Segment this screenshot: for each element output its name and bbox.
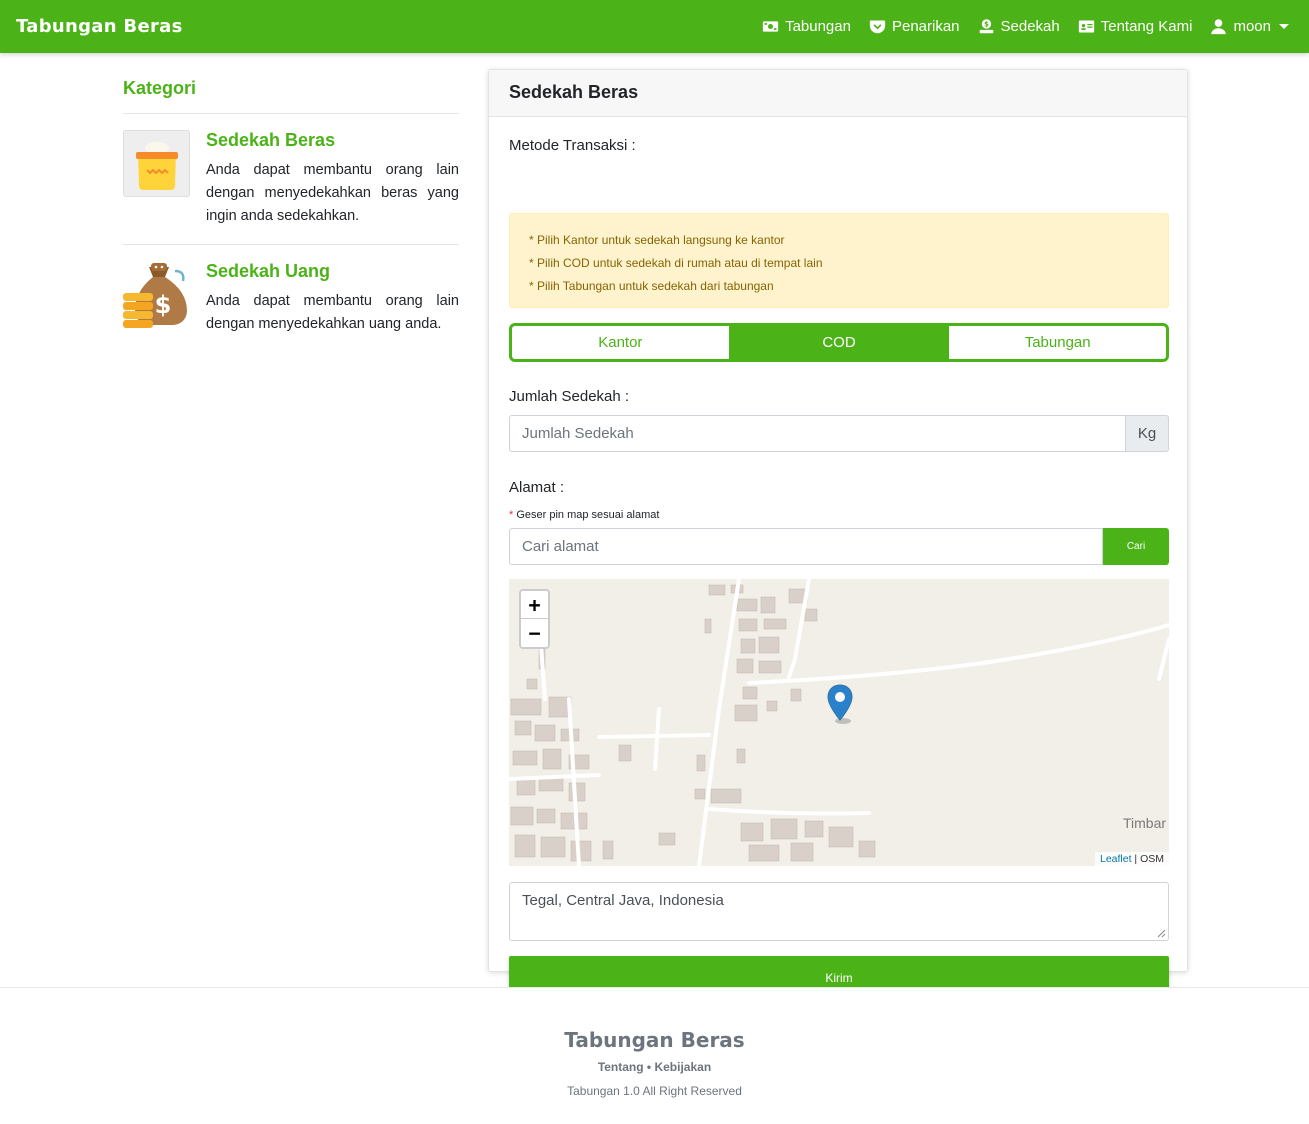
required-marker: * xyxy=(509,509,514,521)
nav-item-label: Penarikan xyxy=(891,18,960,35)
alert-note: * Pilih COD untuk sedekah di rumah atau … xyxy=(529,256,823,270)
chevron-down-icon xyxy=(1279,24,1289,29)
map-hint-text: Geser pin map sesuai alamat xyxy=(516,509,660,521)
category-title: Sedekah Beras xyxy=(206,130,336,150)
jumlah-input-group: Jumlah Sedekah Kg xyxy=(509,415,1169,452)
method-toggle-group: Kantor COD Tabungan xyxy=(509,323,1169,362)
jumlah-label: Jumlah Sedekah : xyxy=(509,388,630,405)
user-name: moon xyxy=(1233,18,1271,35)
nav-item-sedekah[interactable]: $ Sedekah xyxy=(978,18,1060,35)
nav-item-label: Sedekah xyxy=(1000,18,1060,35)
money-bill-icon xyxy=(762,21,779,32)
svg-text:$: $ xyxy=(984,21,989,29)
metode-label: Metode Transaksi : xyxy=(509,137,636,154)
footer-link-kebijakan[interactable]: Kebijakan xyxy=(654,1060,711,1074)
address-textarea[interactable]: Tegal, Central Java, Indonesia xyxy=(509,882,1169,941)
map-attribution: Leaflet | OSM xyxy=(1094,852,1169,866)
resize-grip-icon[interactable] xyxy=(1157,929,1166,938)
sidebar-title: Kategori xyxy=(123,70,459,114)
money-bag-icon: $ xyxy=(123,261,190,328)
method-cod-button[interactable]: COD xyxy=(730,326,948,359)
user-dropdown[interactable]: moon xyxy=(1210,18,1289,35)
form-title: Sedekah Beras xyxy=(489,70,1187,117)
map-hint: * Geser pin map sesuai alamat xyxy=(509,509,659,521)
map-zoom-control: + − xyxy=(519,589,550,649)
svg-text:$: $ xyxy=(155,291,172,319)
location-map[interactable]: + − Timbar Leaflet | OSM xyxy=(509,579,1169,866)
unit-addon: Kg xyxy=(1126,415,1169,452)
map-marker-icon[interactable] xyxy=(827,684,853,724)
address-search-group: Cari alamat Cari xyxy=(509,528,1169,565)
address-value: Tegal, Central Java, Indonesia xyxy=(522,892,724,909)
method-notes-alert: * Pilih Kantor untuk sedekah langsung ke… xyxy=(509,213,1169,308)
sedekah-form-card: Sedekah Beras Metode Transaksi : * Pilih… xyxy=(488,69,1188,1000)
leaflet-link[interactable]: Leaflet xyxy=(1100,853,1132,865)
alert-note: * Pilih Kantor untuk sedekah langsung ke… xyxy=(529,233,785,247)
method-tabungan-button[interactable]: Tabungan xyxy=(949,326,1166,359)
category-item-uang[interactable]: $ Sedekah Uang Anda dapat membantu orang… xyxy=(123,245,459,352)
category-sidebar: Kategori Sedekah Beras Anda dapat memban… xyxy=(123,70,459,352)
pocket-icon xyxy=(869,20,886,34)
attribution-separator: | xyxy=(1131,853,1141,865)
nav-item-penarikan[interactable]: Penarikan xyxy=(869,18,960,35)
map-place-label: Timbar xyxy=(1123,815,1167,831)
category-description: Anda dapat membantu orang lain dengan me… xyxy=(206,293,459,332)
address-search-input[interactable]: Cari alamat xyxy=(509,528,1103,565)
footer-copyright: Tabungan 1.0 All Right Reserved xyxy=(567,1084,742,1098)
nav-item-tabungan[interactable]: Tabungan xyxy=(762,18,851,35)
alamat-label: Alamat : xyxy=(509,479,565,496)
footer-brand: Tabungan Beras xyxy=(564,1028,745,1052)
zoom-in-button[interactable]: + xyxy=(521,591,548,619)
navbar-brand[interactable]: Tabungan Beras xyxy=(16,16,183,37)
nav-item-tentang-kami[interactable]: Tentang Kami xyxy=(1078,18,1193,35)
donate-icon: $ xyxy=(979,19,993,34)
footer-link-separator: • xyxy=(643,1060,655,1074)
rice-sack-icon xyxy=(123,130,190,197)
footer-link-tentang[interactable]: Tentang xyxy=(598,1060,644,1074)
footer-links: Tentang • Kebijakan xyxy=(0,1060,1309,1074)
user-icon xyxy=(1211,19,1227,35)
category-item-beras[interactable]: Sedekah Beras Anda dapat membantu orang … xyxy=(123,114,459,245)
footer: Tabungan Beras Tentang • Kebijakan Tabun… xyxy=(0,987,1309,1124)
jumlah-sedekah-input[interactable]: Jumlah Sedekah xyxy=(509,415,1126,452)
nav-item-label: Tentang Kami xyxy=(1100,18,1193,35)
osm-attribution: OSM xyxy=(1140,853,1164,865)
search-button[interactable]: Cari xyxy=(1103,528,1169,565)
zoom-out-button[interactable]: − xyxy=(521,619,548,647)
nav-item-label: Tabungan xyxy=(785,18,851,35)
method-kantor-button[interactable]: Kantor xyxy=(512,326,729,359)
navbar: Tabungan Beras Tabungan Penarikan $ Sede… xyxy=(0,0,1309,53)
category-title: Sedekah Uang xyxy=(206,261,331,281)
category-description: Anda dapat membantu orang lain dengan me… xyxy=(206,162,459,224)
navbar-menu: Tabungan Penarikan $ Sedekah Tentang Kam… xyxy=(762,18,1289,35)
alert-note: * Pilih Tabungan untuk sedekah dari tabu… xyxy=(529,279,774,293)
id-card-icon xyxy=(1078,20,1094,33)
